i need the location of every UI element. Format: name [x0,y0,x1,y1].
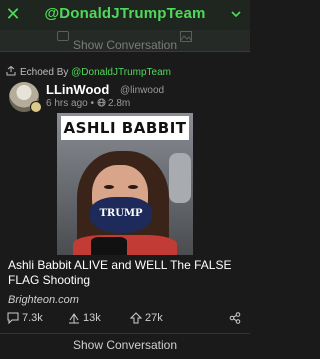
image-caption: ASHLI BABBIT [61,116,189,140]
top-bar: ✕ @DonaldJTrumpTeam [0,0,250,30]
reply-count: 7.3k [22,312,43,324]
comment-icon [7,312,19,324]
echo-button[interactable]: 13k [68,312,101,324]
echo-row: Echoed By @DonaldJTrumpTeam [6,66,171,80]
divider [0,51,250,52]
echo-icon [69,313,79,324]
echo-handle-link[interactable]: @DonaldJTrumpTeam [71,67,171,78]
post-image[interactable]: TRUMP ASHLI BABBIT [57,113,193,255]
share-icon [229,312,241,324]
airplane-window [169,153,191,203]
show-conversation-button[interactable]: Show Conversation [0,338,250,352]
divider [0,333,250,334]
echo-count: 13k [83,312,101,324]
mask-text: TRUMP [99,208,143,219]
author-name[interactable]: LLinWood [46,82,109,97]
tab-strip: Show Conversation [0,30,250,52]
post-text: Ashli Babbit ALIVE and WELL The FALSE FL… [8,258,232,287]
eye-shape [128,185,138,189]
echo-icon [6,66,16,76]
action-bar: 7.3k 13k 27k [0,310,250,328]
share-button[interactable] [229,312,244,324]
verified-badge-icon [30,101,42,113]
page-title: @DonaldJTrumpTeam [44,5,206,22]
dot-separator: • [90,98,94,109]
upvote-count: 27k [145,312,163,324]
post-meta: 6 hrs ago • 2.8m [46,98,130,109]
echo-prefix: Echoed By [20,67,69,78]
reply-button[interactable]: 7.3k [7,312,43,324]
upvote-button[interactable]: 27k [130,312,163,324]
post-time: 6 hrs ago [46,98,88,109]
author-handle[interactable]: @linwood [120,85,164,96]
eye-shape [104,185,114,189]
post-link[interactable]: Brighteon.com [8,294,79,306]
chevron-down-icon[interactable] [231,9,241,19]
faded-show-conversation: Show Conversation [72,38,178,52]
jacket-shape [91,237,127,255]
upvote-icon [130,312,142,324]
globe-icon [97,98,106,107]
post-views: 2.8m [108,98,131,109]
